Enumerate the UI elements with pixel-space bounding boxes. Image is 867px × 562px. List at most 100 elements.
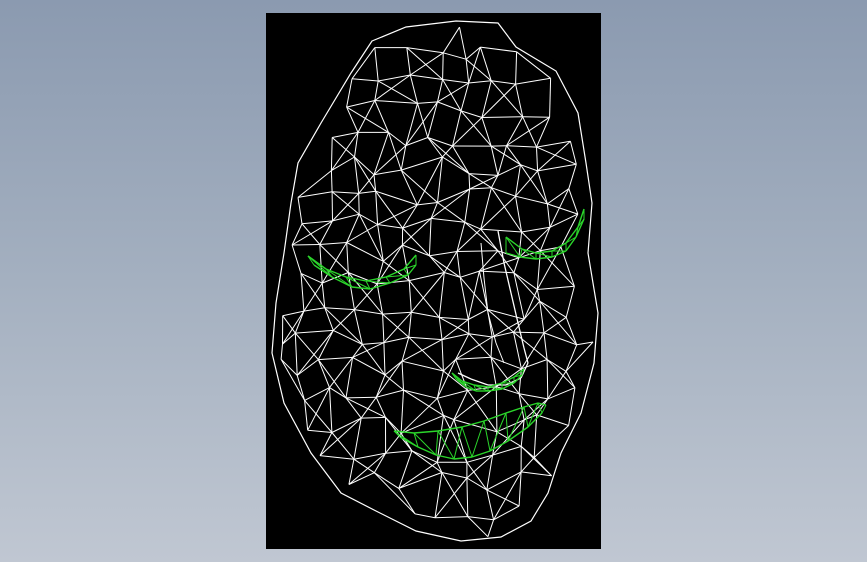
right-eye-edge xyxy=(565,236,577,252)
mesh-edge xyxy=(345,396,377,399)
mesh-edge xyxy=(296,330,334,376)
mesh-edge xyxy=(329,357,353,388)
mesh-edge xyxy=(332,193,360,222)
mesh-edge xyxy=(506,116,524,146)
mesh-edge xyxy=(361,344,386,376)
mesh-edge xyxy=(480,187,492,230)
mesh-edge xyxy=(303,307,325,312)
left-eye-edge xyxy=(385,276,391,284)
mesh-edge xyxy=(346,242,384,262)
mesh-edge xyxy=(324,307,355,311)
mesh-edge xyxy=(565,344,578,372)
mesh-edge xyxy=(442,79,469,84)
mesh-edge xyxy=(442,26,460,54)
mesh-edge xyxy=(453,390,469,420)
mesh-edge xyxy=(398,461,438,489)
mesh-edge xyxy=(358,190,376,194)
mesh-edge xyxy=(513,272,541,302)
mesh-edge xyxy=(453,419,498,433)
mesh-edge xyxy=(384,374,404,391)
mesh-edge xyxy=(375,190,404,229)
mesh-edge xyxy=(497,145,507,176)
mesh-edges xyxy=(280,26,594,538)
mesh-edge xyxy=(382,311,412,315)
mesh-edge xyxy=(515,77,551,85)
mesh-edge xyxy=(565,341,594,372)
mesh-edge xyxy=(480,195,516,230)
mesh-edge xyxy=(291,244,302,274)
mesh-edge xyxy=(307,387,330,431)
mesh-edge xyxy=(437,389,468,399)
mesh-edge xyxy=(400,169,438,203)
mesh-edge xyxy=(345,397,362,419)
mesh-edge xyxy=(330,170,333,192)
mesh-edge xyxy=(540,250,575,287)
mesh-edge xyxy=(490,80,524,118)
mesh-edge xyxy=(398,488,416,515)
mesh-edge xyxy=(518,471,522,507)
mesh-edge xyxy=(282,310,305,317)
mesh-edge xyxy=(400,169,418,206)
mesh-edge xyxy=(439,316,470,335)
mesh-edge xyxy=(456,228,482,252)
mesh-edge xyxy=(453,386,497,420)
mesh-edge xyxy=(295,329,334,334)
mesh-edge xyxy=(354,309,383,315)
nose-ridge-edge xyxy=(480,242,485,279)
mesh-edge xyxy=(464,221,481,230)
mesh-edge xyxy=(330,137,333,171)
mesh-edge xyxy=(506,145,537,148)
mesh-edge xyxy=(492,331,514,338)
mesh-edge xyxy=(466,477,469,517)
mesh-edge xyxy=(402,244,430,257)
nostrils-edge xyxy=(487,388,503,392)
mesh-edge xyxy=(442,156,470,175)
mesh-edge xyxy=(401,361,404,391)
mesh-edge xyxy=(481,117,492,147)
mesh-edge xyxy=(331,417,362,433)
mesh-edge xyxy=(374,100,389,133)
mesh-edge xyxy=(515,196,523,233)
model-viewport[interactable] xyxy=(266,13,601,549)
mesh-edge xyxy=(417,103,429,138)
mesh-edge xyxy=(546,359,576,389)
mesh-edge xyxy=(351,78,379,82)
mesh-edge xyxy=(346,242,349,273)
mesh-edge xyxy=(400,397,438,434)
mesh-edge xyxy=(346,78,353,108)
mesh-edge xyxy=(408,336,444,372)
mesh-edge xyxy=(398,450,413,489)
mesh-edge xyxy=(441,339,444,372)
mesh-edge xyxy=(452,110,462,147)
mesh-edge xyxy=(438,272,445,318)
mesh-edge xyxy=(297,197,303,224)
mesh-edge xyxy=(408,280,412,313)
mesh-edge xyxy=(332,131,359,138)
mesh-edge xyxy=(506,145,521,165)
mesh-edge xyxy=(280,344,283,360)
mesh-edge xyxy=(352,342,385,358)
mesh-edge xyxy=(360,397,377,419)
mesh-edge xyxy=(490,336,493,358)
mouth-edge xyxy=(489,440,509,452)
mesh-edge xyxy=(468,173,498,176)
mesh-edge xyxy=(345,357,354,398)
mesh-edge xyxy=(332,191,359,194)
mesh-edge xyxy=(415,513,436,519)
mesh-edge xyxy=(565,317,578,345)
mesh-edge xyxy=(374,80,379,101)
mesh-edge xyxy=(408,312,412,338)
nostrils xyxy=(451,368,525,392)
mesh-edge xyxy=(441,472,468,479)
mesh-edge xyxy=(408,336,443,341)
mesh-edge xyxy=(417,101,438,104)
mesh-edge xyxy=(459,277,469,320)
mesh-edge xyxy=(434,516,468,519)
mesh-edge xyxy=(437,101,462,112)
mesh-edge xyxy=(497,164,521,176)
mesh-edge xyxy=(319,455,354,460)
mesh-edge xyxy=(403,389,438,399)
mesh-edge xyxy=(456,250,498,252)
mesh-edge xyxy=(353,452,386,460)
right-eye-edge xyxy=(535,252,553,258)
